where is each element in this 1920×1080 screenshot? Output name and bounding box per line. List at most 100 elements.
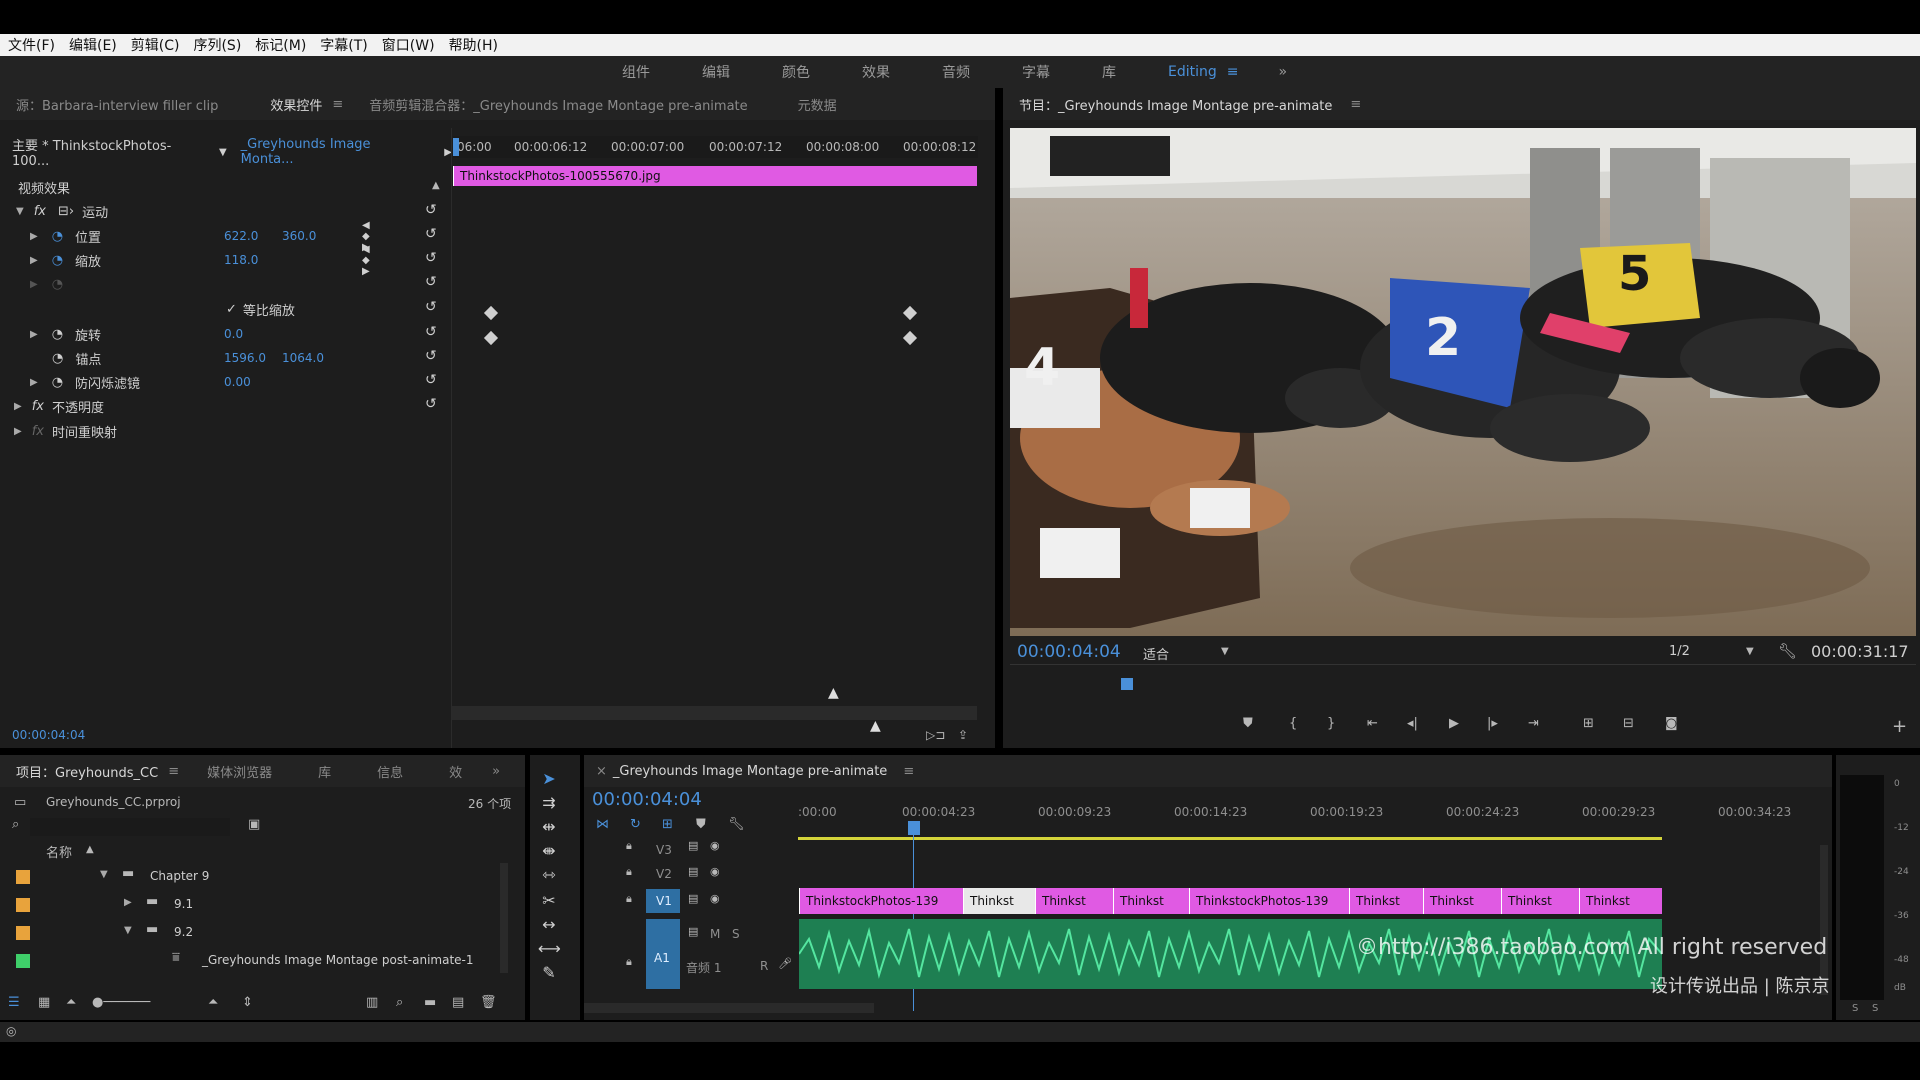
stopwatch-icon[interactable]: ◔ — [52, 327, 63, 342]
overflow-chevron-icon[interactable]: » — [492, 764, 500, 779]
stopwatch-icon[interactable]: ◔ — [52, 229, 63, 244]
close-icon[interactable]: × — [596, 764, 607, 779]
ripple-edit-tool-icon[interactable]: ⇹ — [538, 817, 560, 839]
workspace-menu-icon[interactable]: ≡ — [1227, 64, 1239, 80]
wrench-icon[interactable]: 🔧︎ — [1778, 642, 1797, 660]
keyframe-diamond[interactable] — [483, 305, 499, 321]
track-a1-label[interactable]: A1 — [654, 951, 670, 965]
go-to-in-icon[interactable]: ⇤ — [1367, 716, 1378, 731]
sync-lock-icon[interactable]: ▤ — [688, 865, 698, 878]
track-v3-label[interactable]: V3 — [656, 843, 672, 857]
workspace-libraries[interactable]: 库 — [1102, 62, 1116, 82]
chevron-down-icon[interactable]: ▼ — [1746, 646, 1754, 657]
tab-project[interactable]: 项目：Greyhounds_CC — [16, 762, 158, 781]
timeline-timecode[interactable]: 00:00:04:04 — [592, 789, 702, 810]
keyframe-diamond[interactable] — [902, 305, 918, 321]
work-area-bar[interactable] — [798, 837, 1662, 840]
microphone-icon[interactable]: 🎤︎ — [778, 957, 792, 970]
export-icon[interactable]: ⇪ — [958, 728, 968, 742]
collapse-arrow-icon[interactable]: ▲ — [432, 180, 440, 191]
video-clip[interactable]: Thinkst — [1501, 888, 1579, 914]
workspace-effects[interactable]: 效果 — [862, 62, 890, 82]
workspace-editing-cn[interactable]: 编辑 — [702, 62, 730, 82]
slip-tool-icon[interactable]: ↔ — [538, 915, 560, 937]
step-back-icon[interactable]: ◂| — [1407, 716, 1418, 731]
new-item-icon[interactable]: ▤ — [452, 995, 464, 1010]
video-clip[interactable]: Thinkst — [1349, 888, 1423, 914]
timeline-hscrollbar[interactable] — [584, 1003, 874, 1013]
freeform-view-icon[interactable]: ⏶ — [66, 995, 76, 1010]
disclosure-closed-icon[interactable]: ▶ — [30, 377, 38, 388]
reset-icon[interactable]: ↺ — [425, 226, 437, 242]
rotation-value[interactable]: 0.0 — [224, 327, 243, 341]
lift-icon[interactable]: ⊞ — [1583, 716, 1594, 731]
sync-lock-icon[interactable]: ▤ — [688, 892, 698, 905]
rotation-row[interactable]: ▶ ◔ 旋转 0.0 — [30, 322, 243, 346]
anchor-x-value[interactable]: 1596.0 — [224, 351, 266, 365]
track-lock-icon[interactable]: 🔒︎ — [626, 865, 632, 879]
menu-clip[interactable]: 剪辑(C) — [131, 35, 180, 55]
ec-playhead[interactable] — [453, 138, 459, 156]
time-remap-row[interactable]: ▶ fx 时间重映射 — [14, 419, 117, 443]
add-button-plus-icon[interactable]: + — [1892, 716, 1907, 737]
selection-tool-icon[interactable]: ➤ — [538, 769, 560, 791]
extract-icon[interactable]: ⊟ — [1623, 716, 1634, 731]
program-timecode[interactable]: 00:00:04:04 — [1017, 642, 1121, 662]
eye-icon[interactable]: ◉ — [710, 839, 720, 852]
export-frame-camera-icon[interactable]: ◙ — [1665, 716, 1678, 731]
tab-menu-icon[interactable]: ≡ — [1350, 97, 1361, 112]
tab-sequence[interactable]: _Greyhounds Image Montage pre-animate — [613, 764, 887, 779]
rate-stretch-tool-icon[interactable]: ⇿ — [538, 865, 560, 887]
overflow-chevron-icon[interactable]: » — [1279, 64, 1288, 80]
fit-dropdown[interactable]: 适合 — [1143, 644, 1169, 663]
eye-icon[interactable]: ◉ — [710, 865, 720, 878]
disclosure-closed-icon[interactable]: ▶ — [30, 255, 38, 266]
menu-window[interactable]: 窗口(W) — [382, 35, 435, 55]
menu-edit[interactable]: 编辑(E) — [69, 35, 117, 55]
list-item[interactable]: ⩸ _Greyhounds Image Montage post-animate… — [0, 949, 510, 973]
ec-clip-bar[interactable]: ThinkstockPhotos-100555670.jpg — [453, 166, 977, 186]
tab-metadata[interactable]: 元数据 — [798, 95, 837, 114]
tab-effect-controls[interactable]: 效果控件 — [270, 95, 322, 114]
menu-file[interactable]: 文件(F) — [8, 35, 55, 55]
zoom-slider[interactable]: ●────── — [92, 995, 150, 1010]
program-playhead[interactable] — [1121, 678, 1133, 690]
list-item[interactable]: ▼ ▬ 9.2 — [0, 921, 510, 945]
ec-scrollbar[interactable] — [452, 706, 977, 720]
disclosure-open-icon[interactable]: ▼ — [16, 206, 24, 217]
search-icon[interactable]: ⌕ — [12, 817, 19, 832]
position-x-value[interactable]: 622.0 — [224, 229, 258, 243]
wrench-icon[interactable]: 🔧︎ — [728, 817, 745, 832]
timeline-playhead-handle[interactable] — [908, 821, 920, 835]
menu-help[interactable]: 帮助(H) — [449, 35, 498, 55]
stopwatch-icon[interactable]: ◔ — [52, 351, 63, 366]
slide-tool-icon[interactable]: ⟷ — [538, 939, 561, 961]
sort-toggle-icon[interactable]: ⇕ — [242, 995, 253, 1010]
reset-icon[interactable]: ↺ — [425, 274, 437, 290]
track-v1-label[interactable]: V1 — [656, 894, 672, 908]
workspace-audio[interactable]: 音频 — [942, 62, 970, 82]
antiflicker-value[interactable]: 0.00 — [224, 375, 251, 389]
anchor-row[interactable]: ◔ 锚点 1596.0 1064.0 — [30, 346, 324, 370]
play-icon[interactable]: ▶ — [1449, 716, 1459, 731]
position-y-value[interactable]: 360.0 — [282, 229, 316, 243]
tab-source[interactable]: 源：Barbara-interview filler clip — [16, 95, 218, 114]
menu-title[interactable]: 字幕(T) — [320, 35, 367, 55]
menu-sequence[interactable]: 序列(S) — [193, 35, 241, 55]
tab-media-browser[interactable]: 媒体浏览器 — [207, 762, 272, 781]
tab-menu-icon[interactable]: ≡ — [903, 764, 914, 779]
tab-info[interactable]: 信息 — [377, 762, 403, 781]
disclosure-closed-icon[interactable]: ▶ — [14, 426, 22, 437]
motion-row[interactable]: ▼ fx ⊟› 运动 — [16, 199, 108, 223]
step-forward-icon[interactable]: |▸ — [1487, 716, 1498, 731]
disclosure-open-icon[interactable]: ▼ — [124, 925, 132, 936]
position-row[interactable]: ▶ ◔ 位置 622.0 360.0 ◀ ◆ ▶ — [30, 220, 370, 253]
video-clip[interactable]: ThinkstockPhotos-139 — [1189, 888, 1349, 914]
menu-marker[interactable]: 标记(M) — [255, 35, 306, 55]
stopwatch-icon[interactable]: ◔ — [52, 253, 63, 268]
checkbox-checked-icon[interactable]: ✓ — [226, 302, 237, 317]
uniform-scale-row[interactable]: ✓ 等比缩放 — [226, 297, 295, 321]
scale-value[interactable]: 118.0 — [224, 253, 258, 267]
project-search-input[interactable] — [30, 818, 230, 836]
status-icon[interactable]: ◎ — [6, 1024, 16, 1038]
